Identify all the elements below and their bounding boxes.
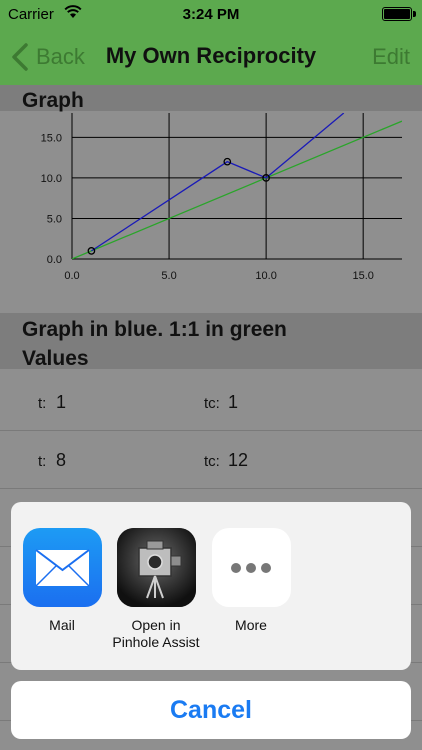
x-tick-label: 10.0 <box>255 270 276 282</box>
t-value: 8 <box>56 450 67 470</box>
y-tick-label: 10.0 <box>41 173 62 185</box>
chevron-left-icon <box>12 43 28 71</box>
tc-label: tc: <box>204 395 220 412</box>
value-row[interactable]: t: 1 tc: 1 <box>0 373 422 431</box>
t-value: 1 <box>56 392 67 412</box>
cancel-button[interactable]: Cancel <box>11 681 411 739</box>
share-app-mail[interactable]: Mail <box>17 528 107 634</box>
y-tick-label: 15.0 <box>41 132 62 144</box>
share-app-pinhole-assist[interactable]: Open in Pinhole Assist <box>111 528 201 651</box>
x-tick-label: 5.0 <box>161 270 176 282</box>
mail-icon <box>22 528 102 607</box>
share-app-more[interactable]: More <box>206 528 296 634</box>
tc-label: tc: <box>204 453 220 470</box>
reciprocity-chart: 0.00.0 5.0 5.0 10.0 10.0 15.0 15.0 <box>41 113 402 282</box>
share-app-label: Open in Pinhole Assist <box>112 617 200 650</box>
pinhole-camera-icon <box>116 528 196 607</box>
x-tick-label: 15.0 <box>352 270 373 282</box>
values-section-header: Values <box>22 347 89 370</box>
x-tick-label: 0.0 <box>64 270 79 282</box>
value-row[interactable]: t: 8 tc: 12 <box>0 431 422 489</box>
back-label: Back <box>36 44 85 69</box>
edit-button[interactable]: Edit <box>372 44 410 70</box>
share-app-label: More <box>235 617 267 633</box>
graph-caption: Graph in blue. 1:1 in green <box>22 318 287 341</box>
chart-grid <box>71 113 402 260</box>
t-label: t: <box>38 395 47 412</box>
more-dots-icon <box>211 528 291 607</box>
back-button[interactable]: Back <box>8 41 85 73</box>
status-bar: Carrier 3:24 PM <box>0 0 422 28</box>
battery-icon <box>382 7 416 21</box>
share-sheet: Mail Open in Pinhole Assist More <box>11 502 411 670</box>
navigation-bar: Back My Own Reciprocity Edit <box>0 28 422 85</box>
share-app-label: Mail <box>49 617 75 633</box>
y-tick-label: 0.0 <box>47 254 62 266</box>
tc-value: 12 <box>228 450 249 470</box>
t-label: t: <box>38 453 47 470</box>
status-time: 3:24 PM <box>182 6 240 23</box>
tc-value: 1 <box>228 392 239 412</box>
plot-area <box>72 113 402 259</box>
y-tick-label: 5.0 <box>47 213 62 225</box>
graph-section-header: Graph <box>22 89 84 112</box>
